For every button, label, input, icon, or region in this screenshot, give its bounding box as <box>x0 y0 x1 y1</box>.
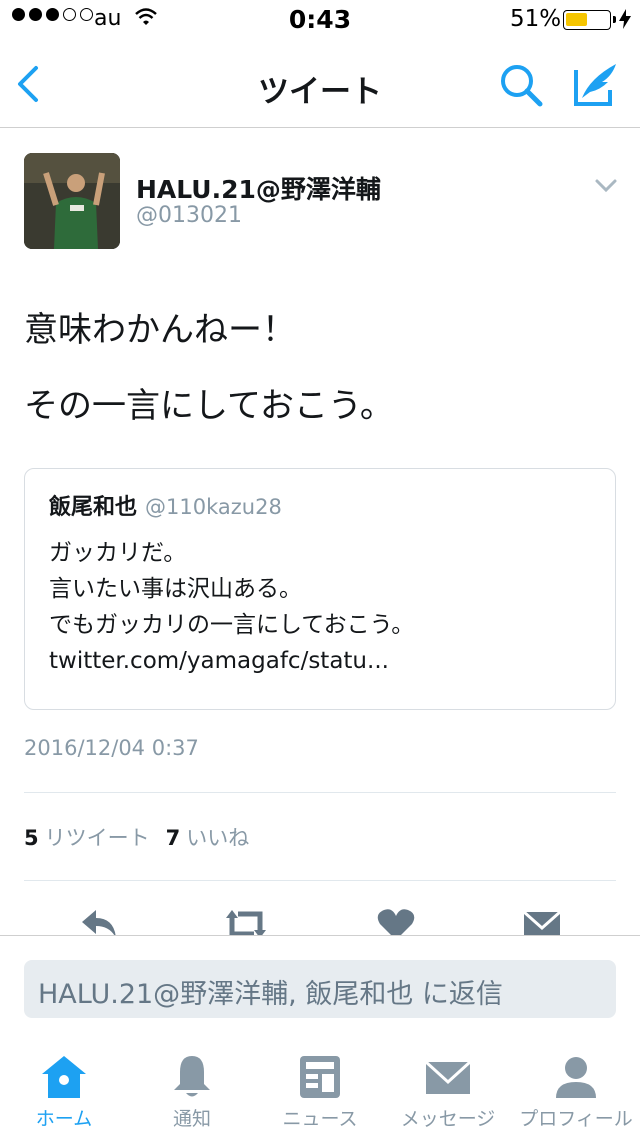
tweet-author-handle[interactable]: @013021 <box>136 203 242 228</box>
quoted-text-line: ガッカリだ。 <box>49 540 187 566</box>
tweet-author-name[interactable]: HALU.21@野澤洋輔 <box>136 170 381 206</box>
quoted-tweet-card[interactable]: 飯尾和也 @110kazu28 ガッカリだ。 言いたい事は沢山ある。 でもガッカリ… <box>24 468 616 710</box>
tab-bar: ホーム 通知 ニュース メッセージ プロフィール <box>0 1040 640 1136</box>
divider <box>24 792 616 793</box>
avatar[interactable] <box>24 153 120 249</box>
quoted-text-line: でもガッカリの一言にしておこう。 <box>49 612 415 638</box>
bell-icon <box>168 1054 216 1100</box>
like-count[interactable]: 7 <box>166 826 181 850</box>
retweet-label[interactable]: リツイート <box>45 826 150 850</box>
tab-label: プロフィール <box>519 1108 633 1130</box>
page-title: ツイート <box>258 74 382 110</box>
like-label[interactable]: いいね <box>186 826 249 850</box>
quoted-author-handle: @110kazu28 <box>145 495 282 519</box>
search-icon[interactable] <box>498 62 544 108</box>
chevron-down-icon[interactable] <box>594 178 618 194</box>
compose-tweet-icon[interactable] <box>572 60 620 108</box>
charging-icon <box>618 8 632 36</box>
retweet-count[interactable]: 5 <box>24 826 39 850</box>
tweet-text-line: その一言にしておこう。 <box>24 386 394 426</box>
tweet-timestamp: 2016/12/04 0:37 <box>24 736 199 760</box>
quoted-text-line: 言いたい事は沢山ある。 <box>49 576 302 602</box>
tweet-actions <box>0 900 640 936</box>
reply-icon[interactable] <box>80 906 120 936</box>
home-icon <box>40 1054 88 1100</box>
tweet-text: 意味わかんねー！ その一言にしておこう。 <box>24 292 620 444</box>
direct-message-icon[interactable] <box>522 906 562 936</box>
status-bar: au 0:43 51% <box>0 0 640 40</box>
retweet-icon[interactable] <box>224 906 266 936</box>
tweet-stats: 5 リツイート 7 いいね <box>24 822 265 852</box>
quoted-author-name: 飯尾和也 <box>49 495 138 520</box>
quoted-tweet-text: ガッカリだ。 言いたい事は沢山ある。 でもガッカリの一言にしておこう。 twit… <box>49 535 605 679</box>
tab-messages[interactable]: メッセージ <box>384 1040 512 1136</box>
reply-bar: HALU.21@野澤洋輔, 飯尾和也 に返信 <box>0 935 640 1035</box>
person-icon <box>552 1054 600 1100</box>
divider <box>24 880 616 881</box>
like-icon[interactable] <box>376 906 416 936</box>
tab-news[interactable]: ニュース <box>256 1040 384 1136</box>
tab-profile[interactable]: プロフィール <box>512 1040 640 1136</box>
quoted-link[interactable]: twitter.com/yamagafc/statu... <box>49 643 605 679</box>
news-icon <box>296 1054 344 1100</box>
tab-label: 通知 <box>172 1108 211 1130</box>
tweet-text-line: 意味わかんねー！ <box>24 310 296 350</box>
battery-icon <box>563 10 616 30</box>
tab-home[interactable]: ホーム <box>0 1040 128 1136</box>
tab-label: メッセージ <box>400 1108 496 1130</box>
tab-notifications[interactable]: 通知 <box>128 1040 256 1136</box>
battery-percent: 51% <box>510 6 562 32</box>
reply-input[interactable]: HALU.21@野澤洋輔, 飯尾和也 に返信 <box>24 960 616 1018</box>
envelope-icon <box>424 1054 472 1100</box>
tab-label: ホーム <box>35 1108 93 1130</box>
navigation-bar: ツイート <box>0 40 640 128</box>
tab-label: ニュース <box>282 1108 358 1130</box>
quoted-tweet-header: 飯尾和也 @110kazu28 <box>49 489 282 521</box>
